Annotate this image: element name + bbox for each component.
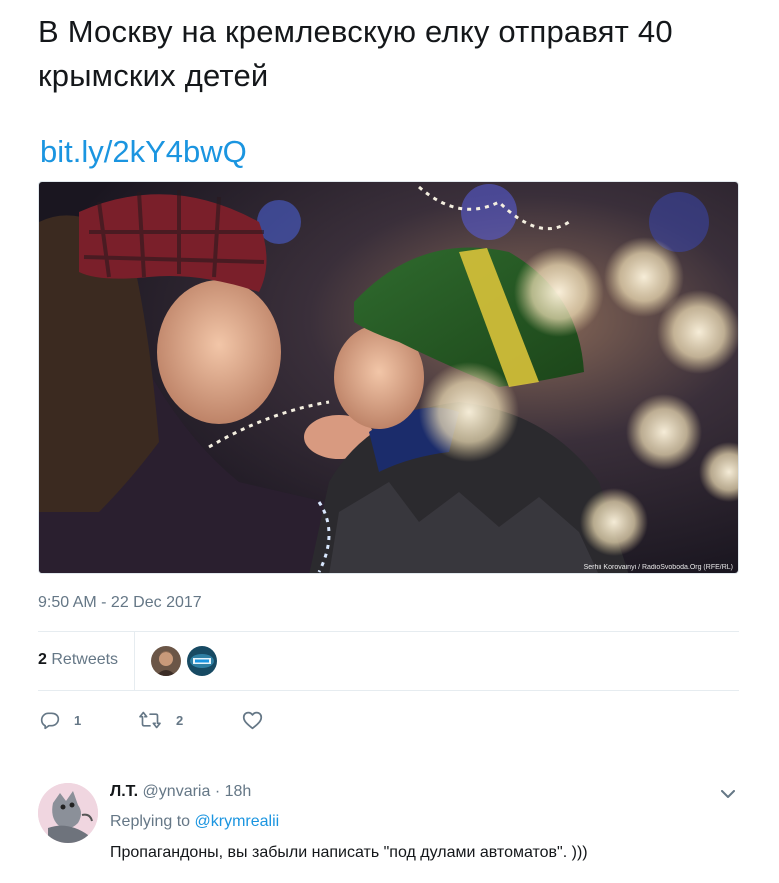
stats-separator <box>134 632 135 690</box>
reply-time[interactable]: · 18h <box>215 783 251 800</box>
more-options-button[interactable] <box>717 783 739 805</box>
reply-author-name[interactable]: Л.Т. <box>110 783 138 800</box>
retweet-button[interactable]: 2 <box>138 706 183 734</box>
reply-tweet[interactable]: Л.Т. @ynvaria · 18h Replying to @krymrea… <box>38 778 739 883</box>
reply-avatar-image <box>38 783 98 843</box>
like-button[interactable] <box>242 706 277 734</box>
retweet-icon <box>139 711 161 729</box>
replying-to-label: Replying to <box>110 813 191 830</box>
heart-icon <box>242 711 263 730</box>
divider-bottom <box>38 690 739 691</box>
reply-icon <box>40 712 60 730</box>
reply-text: Пропагандоны, вы забыли написать "под ду… <box>110 844 588 861</box>
tweet-actions: 1 2 <box>38 706 438 734</box>
replying-to-handle[interactable]: @krymrealii <box>195 813 280 830</box>
retweeter-avatar-2-image <box>187 646 217 676</box>
chevron-down-icon <box>721 789 735 798</box>
tweet-link[interactable]: bit.ly/2kY4bwQ <box>40 130 247 174</box>
reply-avatar[interactable] <box>38 783 98 843</box>
tweet-text: В Москву на кремлевскую елку отправят 40… <box>38 14 673 93</box>
reply-author-handle[interactable]: @ynvaria <box>143 783 211 800</box>
retweeter-avatar-1[interactable] <box>151 646 181 676</box>
retweeter-avatar-1-image <box>151 646 181 676</box>
reply-count: 1 <box>74 712 82 728</box>
photo-credit: Serhii Korovainyi / RadioSvoboda.Org (RF… <box>583 564 733 571</box>
retweeter-avatar-2[interactable] <box>187 646 217 676</box>
tweet-stats: 2 Retweets <box>38 632 739 690</box>
retweets-label: Retweets <box>51 651 119 668</box>
tweet-timestamp[interactable]: 9:50 AM - 22 Dec 2017 <box>38 594 202 612</box>
tweet-photo[interactable]: Serhii Korovainyi / RadioSvoboda.Org (RF… <box>38 181 739 574</box>
retweet-count: 2 <box>176 712 184 728</box>
replying-to: Replying to @krymrealii <box>110 813 279 831</box>
reply-button[interactable]: 1 <box>40 706 81 734</box>
retweets-stat[interactable]: 2 Retweets <box>38 651 118 669</box>
photo-image <box>39 182 738 573</box>
reply-header: Л.Т. @ynvaria · 18h <box>110 783 251 801</box>
retweets-count: 2 <box>38 651 47 668</box>
